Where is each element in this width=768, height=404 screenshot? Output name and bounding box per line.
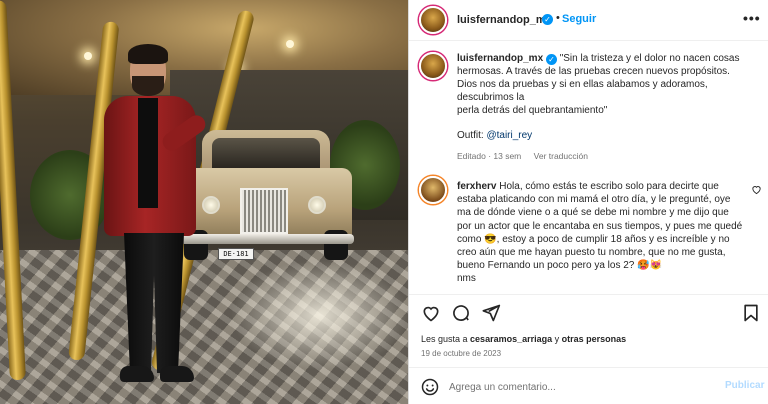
likes-prefix: Les gusta a [421,334,471,344]
publish-button[interactable]: Publicar [725,380,764,391]
commenter-avatar[interactable] [419,176,447,204]
caption-line: hermosas. A través de las pruebas crecen… [457,66,730,77]
post-header: luisfernandop_mx ✓ • Seguir ••• [409,0,768,41]
likes-user-link[interactable]: cesaramos_arriaga [470,334,552,344]
header-username[interactable]: luisfernandop_mx [457,14,552,26]
comment-text: Hola, cómo estás te escribo solo para de… [457,181,743,272]
avatar[interactable] [419,6,447,34]
outfit-mention-link[interactable]: @tairi_rey [486,130,532,141]
license-plate: DE·181 [218,248,254,260]
edited-timestamp: Editado · 13 sem [457,151,522,161]
more-options-icon[interactable]: ••• [743,10,761,26]
caption-avatar[interactable] [419,52,447,80]
see-translation-link[interactable]: Ver traducción [534,151,588,161]
verified-badge-icon: ✓ [542,14,553,25]
outfit-line: Outfit: @tairi_rey [457,129,757,142]
likes-others-link[interactable]: otras personas [562,334,627,344]
ceiling-light [286,40,294,48]
caption-meta: Editado · 13 sem Ver traducción [457,150,757,163]
caption-username[interactable]: luisfernandop_mx [457,53,543,64]
post-sidebar: luisfernandop_mx ✓ • Seguir ••• luisfern… [408,0,768,404]
comment-username[interactable]: ferxherv [457,181,496,192]
smiley-icon[interactable] [421,378,439,396]
caption-line: perla detrás del quebrantamiento" [457,105,608,116]
post-date: 19 de octubre de 2023 [421,349,502,358]
post-photo[interactable]: DE·181 [0,0,408,404]
likes-middle: y [552,334,562,344]
comment-text-end: nms [457,273,476,285]
ceiling-light [84,52,92,60]
verified-badge-icon: ✓ [545,54,557,65]
likes-summary: Les gusta a cesaramos_arriaga y otras pe… [421,334,626,344]
comment-icon[interactable] [451,303,471,323]
heart-icon[interactable] [421,303,441,323]
outfit-label: Outfit: [457,130,484,141]
post-actions: Les gusta a cesaramos_arriaga y otras pe… [409,294,768,404]
caption-line: Dios nos da pruebas y si en ellas alabam… [457,79,708,90]
follow-button[interactable]: Seguir [562,13,596,25]
comment-like-heart-icon[interactable] [751,184,762,198]
send-icon[interactable] [481,303,501,323]
man-in-red-jacket [100,44,220,398]
post-caption: luisfernandop_mx ✓ "Sin la tristeza y el… [457,52,757,163]
photo-floor-light [230,260,408,370]
comments-list[interactable]: luisfernandop_mx ✓ "Sin la tristeza y el… [409,42,768,294]
comment-item: ferxherv Hola, cómo estás te escribo sol… [457,180,745,286]
add-comment-bar: Publicar [409,367,768,404]
comment-input[interactable] [449,377,699,397]
car-grille [240,188,288,234]
caption-line: "Sin la tristeza y el dolor no nacen cos… [559,53,740,64]
bookmark-icon[interactable] [741,303,761,323]
caption-line: descubrimos la [457,92,525,103]
header-separator: • [556,12,560,24]
